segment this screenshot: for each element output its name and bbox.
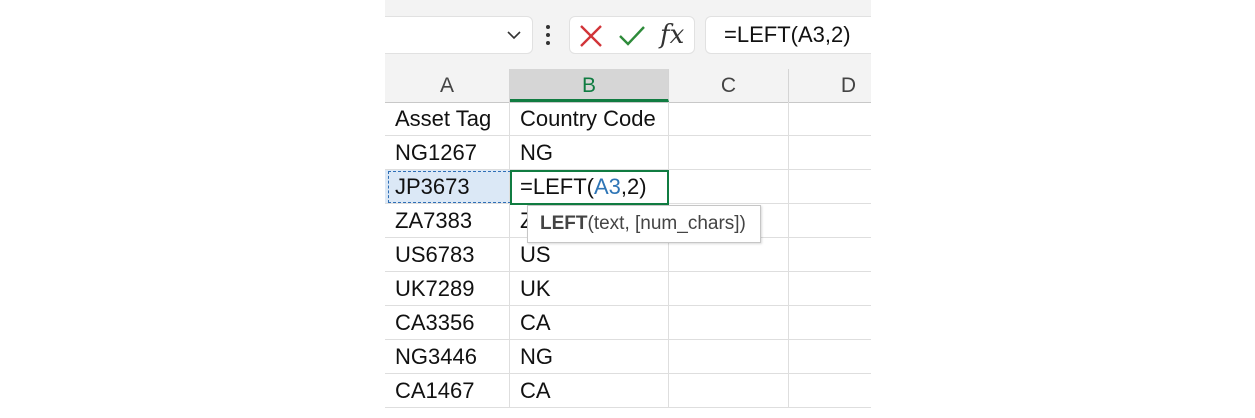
cell-a9[interactable]: CA1467 [385,374,510,408]
formula-reference: A3 [593,174,621,199]
cell-c2[interactable] [669,136,789,170]
formula-input[interactable]: =LEFT(A3,2) [705,16,871,54]
cell-c7[interactable] [669,306,789,340]
function-tooltip[interactable]: LEFT(text, [num_chars]) [527,205,761,243]
cell-a8[interactable]: NG3446 [385,340,510,374]
cell-a7[interactable]: CA3356 [385,306,510,340]
cell-c5[interactable] [669,238,789,272]
cell-b7[interactable]: CA [510,306,669,340]
table-row: CA1467 CA [385,374,871,408]
cell-b3[interactable]: =LEFT(A3,2) [510,170,669,204]
cell-d7[interactable] [789,306,871,340]
table-row: JP3673 =LEFT(A3,2) [385,170,871,204]
table-row: CA3356 CA [385,306,871,340]
cell-b2[interactable]: NG [510,136,669,170]
cell-b9[interactable]: CA [510,374,669,408]
formula-buttons: fx [569,16,695,54]
cell-b1[interactable]: Country Code [510,102,669,136]
cell-b6[interactable]: UK [510,272,669,306]
more-options-icon[interactable] [544,24,552,46]
table-row: UK7289 UK [385,272,871,306]
tooltip-arguments: (text, [num_chars]) [587,213,746,234]
spreadsheet-grid: A B C D Asset Tag Country Code NG1267 NG… [385,69,871,418]
cell-d3[interactable] [789,170,871,204]
tooltip-function-name[interactable]: LEFT [540,213,588,234]
cell-a1[interactable]: Asset Tag [385,102,510,136]
cell-b5[interactable]: US [510,238,669,272]
cell-c9[interactable] [669,374,789,408]
formula-suffix: ,2) [620,174,647,199]
cell-d1[interactable] [789,102,871,136]
table-row: NG1267 NG [385,136,871,170]
cell-d6[interactable] [789,272,871,306]
checkmark-icon[interactable] [618,23,646,49]
excel-window: fx =LEFT(A3,2) A B C D Asset Tag Country… [385,0,871,418]
cell-b8[interactable]: NG [510,340,669,374]
column-header-b[interactable]: B [510,69,669,102]
table-row: NG3446 NG [385,340,871,374]
cell-c1[interactable] [669,102,789,136]
cancel-icon[interactable] [578,23,604,49]
cell-c3[interactable] [669,170,789,204]
cell-d4[interactable] [789,204,871,238]
table-row: US6783 US [385,238,871,272]
insert-function-button[interactable]: fx [660,20,690,50]
cell-c8[interactable] [669,340,789,374]
cell-d2[interactable] [789,136,871,170]
cell-a4[interactable]: ZA7383 [385,204,510,238]
cell-d5[interactable] [789,238,871,272]
cell-a2[interactable]: NG1267 [385,136,510,170]
cell-a5[interactable]: US6783 [385,238,510,272]
column-header-a[interactable]: A [385,69,510,102]
name-box[interactable] [385,16,533,54]
cell-c6[interactable] [669,272,789,306]
chevron-down-icon[interactable] [506,27,522,43]
formula-bar: fx =LEFT(A3,2) [385,0,871,70]
cell-a6[interactable]: UK7289 [385,272,510,306]
cell-a3[interactable]: JP3673 [385,170,510,204]
table-row: Asset Tag Country Code [385,102,871,136]
column-header-c[interactable]: C [669,69,789,102]
column-headers: A B C D [385,69,871,103]
cell-d9[interactable] [789,374,871,408]
cell-d8[interactable] [789,340,871,374]
column-header-d[interactable]: D [789,69,871,102]
formula-prefix: =LEFT( [520,174,594,199]
